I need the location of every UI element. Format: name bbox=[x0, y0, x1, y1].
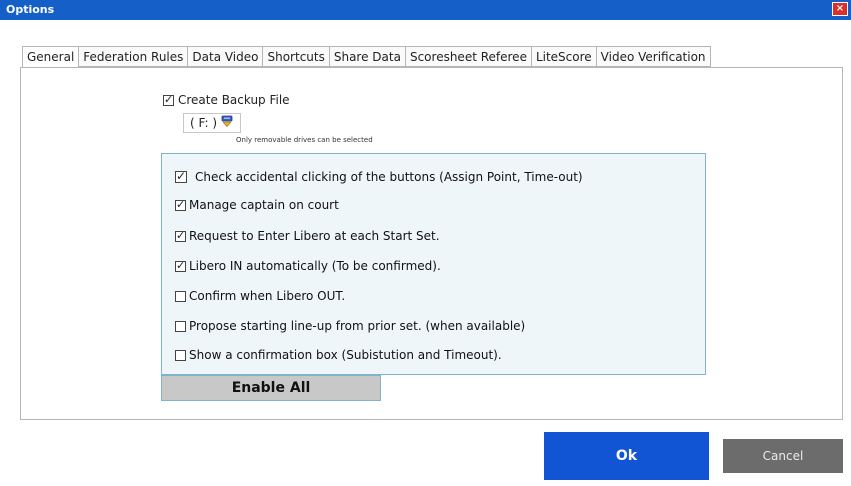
option-label: Show a confirmation box (Subistution and… bbox=[189, 348, 502, 362]
drive-note: Only removable drives can be selected bbox=[236, 136, 373, 144]
cancel-button[interactable]: Cancel bbox=[723, 439, 843, 473]
removable-drive-icon bbox=[221, 115, 233, 127]
tab-litescore[interactable]: LiteScore bbox=[531, 46, 597, 67]
option-libero-in-auto[interactable]: Libero IN automatically (To be confirmed… bbox=[175, 259, 441, 273]
option-confirm-libero-out[interactable]: Confirm when Libero OUT. bbox=[175, 289, 345, 303]
option-checkbox[interactable] bbox=[175, 259, 186, 273]
drive-value: ( F: ) bbox=[190, 116, 218, 130]
tab-share-data[interactable]: Share Data bbox=[329, 46, 406, 67]
create-backup-checkbox[interactable] bbox=[163, 93, 174, 107]
tab-bar: General Federation Rules Data Video Shor… bbox=[22, 46, 711, 68]
enable-all-button[interactable]: Enable All bbox=[161, 375, 381, 401]
option-label: Request to Enter Libero at each Start Se… bbox=[189, 229, 440, 243]
option-label: Confirm when Libero OUT. bbox=[189, 289, 346, 303]
options-group: Check accidental clicking of the buttons… bbox=[161, 153, 706, 375]
ok-button[interactable]: Ok bbox=[544, 432, 709, 480]
option-confirmation-box[interactable]: Show a confirmation box (Subistution and… bbox=[175, 348, 502, 362]
close-button[interactable]: × bbox=[832, 2, 848, 16]
tab-federation-rules[interactable]: Federation Rules bbox=[79, 46, 189, 67]
option-checkbox[interactable] bbox=[175, 169, 187, 183]
option-propose-lineup[interactable]: Propose starting line-up from prior set.… bbox=[175, 319, 525, 333]
tab-shortcuts[interactable]: Shortcuts bbox=[263, 46, 330, 67]
option-label: Libero IN automatically (To be confirmed… bbox=[189, 259, 441, 273]
create-backup-row[interactable]: Create Backup File bbox=[163, 93, 290, 107]
drive-selector[interactable]: ( F: ) bbox=[183, 113, 241, 133]
window-title: Options bbox=[6, 3, 55, 16]
option-manage-captain[interactable]: Manage captain on court bbox=[175, 198, 339, 212]
option-check-accidental[interactable]: Check accidental clicking of the buttons… bbox=[175, 169, 583, 184]
tab-data-video[interactable]: Data Video bbox=[188, 46, 264, 67]
option-label: Manage captain on court bbox=[189, 198, 339, 212]
title-bar: Options × bbox=[0, 0, 851, 20]
option-checkbox[interactable] bbox=[175, 229, 186, 243]
option-request-libero[interactable]: Request to Enter Libero at each Start Se… bbox=[175, 229, 440, 243]
option-label: Check accidental clicking of the buttons… bbox=[195, 170, 583, 184]
option-checkbox[interactable] bbox=[175, 290, 186, 302]
option-checkbox[interactable] bbox=[175, 320, 186, 332]
option-checkbox[interactable] bbox=[175, 349, 186, 361]
option-checkbox[interactable] bbox=[175, 198, 186, 212]
tab-video-verification[interactable]: Video Verification bbox=[596, 46, 711, 67]
tab-scoresheet-referee[interactable]: Scoresheet Referee bbox=[405, 46, 532, 67]
create-backup-label: Create Backup File bbox=[178, 93, 290, 107]
option-label: Propose starting line-up from prior set.… bbox=[189, 319, 526, 333]
tab-general[interactable]: General bbox=[22, 46, 80, 68]
